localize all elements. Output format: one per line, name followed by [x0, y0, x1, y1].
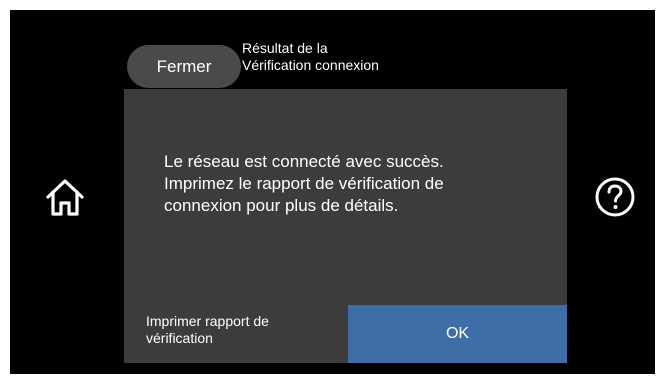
result-dialog: Le réseau est connecté avec succès. Impr… [124, 89, 567, 363]
ok-button-label: OK [445, 325, 470, 342]
close-button[interactable]: Fermer [127, 45, 241, 88]
print-report-label-line-2: vérification [146, 330, 213, 346]
device-frame: Fermer Résultat de la Vérification conne… [0, 0, 665, 382]
screen-title-line-2: Vérification connexion [242, 57, 379, 73]
help-icon [595, 177, 635, 217]
dialog-message-line-2: Imprimez le rapport de vérification de [164, 174, 444, 193]
screen-title-line-1: Résultat de la [242, 40, 328, 56]
home-icon [46, 179, 84, 216]
ok-button[interactable]: OK [348, 305, 567, 363]
dialog-message: Le réseau est connecté avec succès. Impr… [164, 151, 554, 217]
dialog-message-line-1: Le réseau est connecté avec succès. [164, 152, 444, 171]
print-report-label-line-1: Imprimer rapport de [146, 313, 269, 329]
dialog-message-line-3: connexion pour plus de détails. [164, 196, 399, 215]
home-button[interactable] [40, 172, 90, 222]
screen-title: Résultat de la Vérification connexion [242, 40, 542, 74]
help-button[interactable] [592, 174, 638, 220]
print-report-button[interactable]: Imprimer rapport de vérification [124, 305, 348, 363]
close-button-label: Fermer [156, 56, 212, 76]
lcd-screen: Fermer Résultat de la Vérification conne… [10, 10, 655, 374]
